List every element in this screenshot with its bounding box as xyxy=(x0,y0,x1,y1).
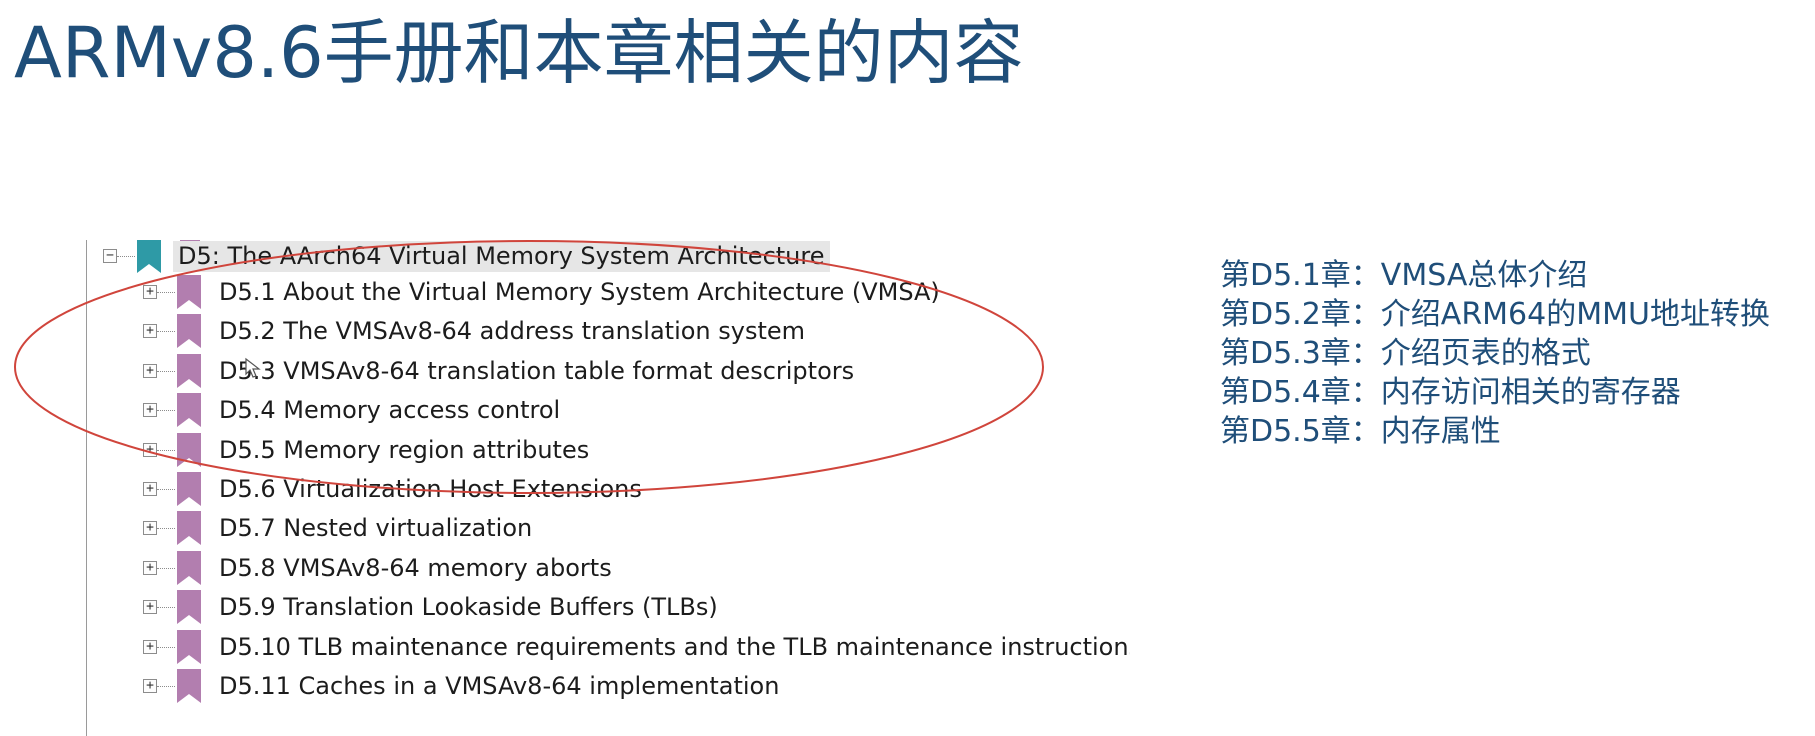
bookmark-row[interactable]: + D5.6 Virtualization Host Extensions xyxy=(0,471,1130,509)
tree-connector xyxy=(157,528,175,530)
tree-connector xyxy=(157,449,175,451)
chapter-notes: 第D5.1章：VMSA总体介绍 第D5.2章：介绍ARM64的MMU地址转换 第… xyxy=(1220,256,1810,451)
bookmark-d5[interactable]: − D5: The AArch64 Virtual Memory System … xyxy=(0,240,1130,276)
chapter-note: 第D5.2章：介绍ARM64的MMU地址转换 xyxy=(1220,297,1770,332)
tree-connector xyxy=(157,410,175,412)
bookmark-row[interactable]: + D5.7 Nested virtualization xyxy=(0,510,1130,548)
tree-connector xyxy=(117,256,135,257)
bookmark-icon xyxy=(177,629,201,664)
collapse-toggle-icon[interactable]: − xyxy=(103,249,117,263)
bookmark-label[interactable]: D5: The AArch64 Virtual Memory System Ar… xyxy=(173,241,830,272)
expand-toggle-icon[interactable]: + xyxy=(143,600,157,615)
bookmark-label[interactable]: D5.10 TLB maintenance requirements and t… xyxy=(219,632,1130,663)
bookmark-row[interactable]: + D5.4 Memory access control xyxy=(0,392,1130,430)
bookmark-label[interactable]: D5.3 VMSAv8-64 translation table format … xyxy=(219,356,854,387)
bookmark-row[interactable]: + D5.11 Caches in a VMSAv8-64 implementat… xyxy=(0,668,1130,706)
bookmark-row[interactable]: + D5.1 About the Virtual Memory System Ar… xyxy=(0,274,1130,312)
bookmark-icon xyxy=(177,550,201,585)
bookmark-row[interactable]: + D5.3 VMSAv8-64 translation table format… xyxy=(0,353,1130,391)
chapter-note: 第D5.3章：介绍页表的格式 xyxy=(1220,336,1591,371)
bookmark-label[interactable]: D5.4 Memory access control xyxy=(219,395,560,426)
slide-title: ARMv8.6手册和本章相关的内容 xyxy=(14,12,1024,94)
bookmark-icon xyxy=(177,353,201,388)
bookmark-label[interactable]: D5.5 Memory region attributes xyxy=(219,435,589,466)
bookmark-row[interactable]: + D5.2 The VMSAv8-64 address translation … xyxy=(0,313,1130,351)
bookmark-icon xyxy=(177,393,201,428)
expand-toggle-icon[interactable]: + xyxy=(143,639,157,654)
tree-connector xyxy=(157,646,175,648)
expand-toggle-icon[interactable]: + xyxy=(143,482,157,496)
bookmark-label[interactable]: D5.2 The VMSAv8-64 address translation s… xyxy=(219,316,805,347)
expand-toggle-icon[interactable]: + xyxy=(143,324,157,339)
tree-connector xyxy=(157,331,175,333)
bookmark-icon xyxy=(177,669,201,703)
bookmark-label[interactable]: D5.9 Translation Lookaside Buffers (TLBs… xyxy=(219,592,718,623)
expand-toggle-icon[interactable]: + xyxy=(143,285,157,299)
bookmark-icon xyxy=(177,511,201,546)
mouse-cursor-icon xyxy=(245,357,261,378)
bookmark-row[interactable]: + D5.9 Translation Lookaside Buffers (TLB… xyxy=(0,589,1130,627)
bookmark-row[interactable]: + D5.5 Memory region attributes xyxy=(0,432,1130,470)
bookmark-icon xyxy=(177,590,201,625)
chapter-note: 第D5.1章：VMSA总体介绍 xyxy=(1220,258,1588,293)
bookmark-icon xyxy=(177,472,201,506)
bookmark-label[interactable]: D5.1 About the Virtual Memory System Arc… xyxy=(219,277,940,308)
tree-connector xyxy=(157,607,175,609)
tree-connector xyxy=(157,370,175,372)
bookmark-icon xyxy=(177,432,201,467)
bookmark-label[interactable]: D5.6 Virtualization Host Extensions xyxy=(219,474,642,505)
tree-connector xyxy=(157,567,175,569)
bookmark-label[interactable]: D5.7 Nested virtualization xyxy=(219,513,532,544)
expand-toggle-icon[interactable]: + xyxy=(143,560,157,575)
chapter-note: 第D5.4章：内存访问相关的寄存器 xyxy=(1220,375,1681,410)
tree-connector xyxy=(157,489,175,490)
bookmark-label[interactable]: D5.8 VMSAv8-64 memory aborts xyxy=(219,553,612,584)
chapter-note: 第D5.5章：内存属性 xyxy=(1220,414,1501,449)
bookmark-tree: − D5: The AArch64 Virtual Memory System … xyxy=(0,240,1130,736)
expand-toggle-icon[interactable]: + xyxy=(143,679,157,693)
expand-toggle-icon[interactable]: + xyxy=(143,363,157,378)
expand-toggle-icon[interactable]: + xyxy=(143,403,157,418)
bookmark-label[interactable]: D5.11 Caches in a VMSAv8-64 implementati… xyxy=(219,671,779,702)
bookmark-icon xyxy=(177,314,201,349)
expand-toggle-icon[interactable]: + xyxy=(143,442,157,457)
tree-connector xyxy=(157,686,175,687)
bookmark-icon xyxy=(137,240,161,273)
bookmark-row[interactable]: + D5.8 VMSAv8-64 memory aborts xyxy=(0,550,1130,588)
bookmark-row[interactable]: + D5.10 TLB maintenance requirements and … xyxy=(0,629,1130,667)
expand-toggle-icon[interactable]: + xyxy=(143,521,157,536)
bookmark-icon xyxy=(177,275,201,309)
tree-connector xyxy=(157,292,175,293)
